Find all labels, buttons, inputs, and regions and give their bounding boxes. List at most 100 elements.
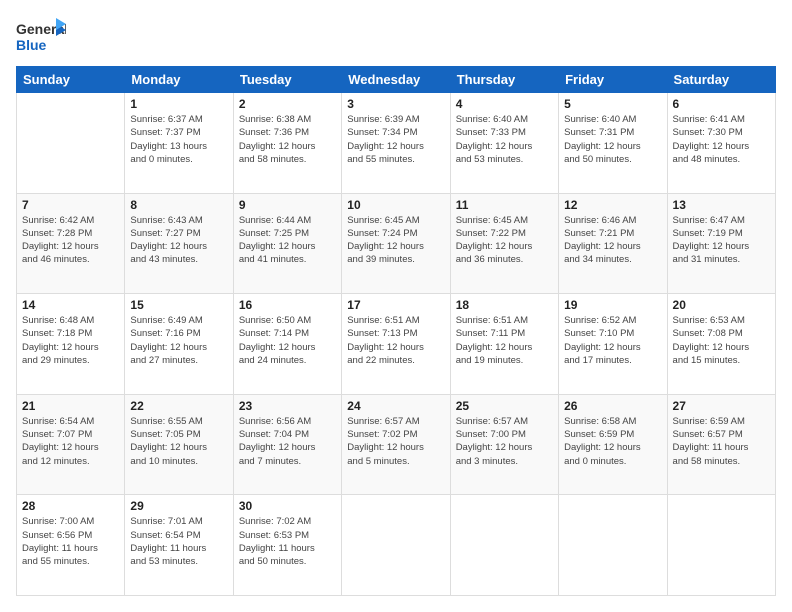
day-number: 7 [22, 198, 119, 212]
day-header-thursday: Thursday [450, 67, 558, 93]
svg-text:Blue: Blue [16, 37, 47, 53]
day-header-friday: Friday [559, 67, 667, 93]
day-number: 5 [564, 97, 661, 111]
day-info: Sunrise: 7:02 AM Sunset: 6:53 PM Dayligh… [239, 515, 336, 568]
day-info: Sunrise: 6:47 AM Sunset: 7:19 PM Dayligh… [673, 214, 770, 267]
day-header-monday: Monday [125, 67, 233, 93]
calendar-cell: 14 Sunrise: 6:48 AM Sunset: 7:18 PM Dayli… [17, 294, 125, 395]
day-info: Sunrise: 6:54 AM Sunset: 7:07 PM Dayligh… [22, 415, 119, 468]
day-number: 2 [239, 97, 336, 111]
header-row: SundayMondayTuesdayWednesdayThursdayFrid… [17, 67, 776, 93]
calendar-cell: 26 Sunrise: 6:58 AM Sunset: 6:59 PM Dayli… [559, 394, 667, 495]
day-info: Sunrise: 6:51 AM Sunset: 7:11 PM Dayligh… [456, 314, 553, 367]
calendar-cell: 21 Sunrise: 6:54 AM Sunset: 7:07 PM Dayli… [17, 394, 125, 495]
calendar-cell: 24Sunrise: 6:57 AM Sunset: 7:02 PM Dayli… [342, 394, 450, 495]
calendar-cell: 2 Sunrise: 6:38 AM Sunset: 7:36 PM Daylig… [233, 93, 341, 194]
day-number: 4 [456, 97, 553, 111]
week-row-2: 14 Sunrise: 6:48 AM Sunset: 7:18 PM Dayli… [17, 294, 776, 395]
day-info: Sunrise: 6:57 AM Sunset: 7:00 PM Dayligh… [456, 415, 553, 468]
day-info: Sunrise: 6:55 AM Sunset: 7:05 PM Dayligh… [130, 415, 227, 468]
calendar-cell: 9 Sunrise: 6:44 AM Sunset: 7:25 PM Daylig… [233, 193, 341, 294]
week-row-3: 21 Sunrise: 6:54 AM Sunset: 7:07 PM Dayli… [17, 394, 776, 495]
logo-icon: GeneralBlue [16, 16, 66, 56]
calendar-cell: 25 Sunrise: 6:57 AM Sunset: 7:00 PM Dayli… [450, 394, 558, 495]
calendar-cell: 8 Sunrise: 6:43 AM Sunset: 7:27 PM Daylig… [125, 193, 233, 294]
header: GeneralBlue [16, 16, 776, 56]
day-info: Sunrise: 6:45 AM Sunset: 7:24 PM Dayligh… [347, 214, 444, 267]
day-info: Sunrise: 6:59 AM Sunset: 6:57 PM Dayligh… [673, 415, 770, 468]
day-number: 22 [130, 399, 227, 413]
day-header-saturday: Saturday [667, 67, 775, 93]
calendar-cell: 7 Sunrise: 6:42 AM Sunset: 7:28 PM Daylig… [17, 193, 125, 294]
calendar-cell: 27Sunrise: 6:59 AM Sunset: 6:57 PM Dayli… [667, 394, 775, 495]
week-row-1: 7 Sunrise: 6:42 AM Sunset: 7:28 PM Daylig… [17, 193, 776, 294]
day-info: Sunrise: 6:40 AM Sunset: 7:31 PM Dayligh… [564, 113, 661, 166]
day-info: Sunrise: 6:44 AM Sunset: 7:25 PM Dayligh… [239, 214, 336, 267]
day-number: 26 [564, 399, 661, 413]
day-number: 21 [22, 399, 119, 413]
day-info: Sunrise: 7:00 AM Sunset: 6:56 PM Dayligh… [22, 515, 119, 568]
calendar-cell: 28 Sunrise: 7:00 AM Sunset: 6:56 PM Dayli… [17, 495, 125, 596]
day-number: 30 [239, 499, 336, 513]
day-header-tuesday: Tuesday [233, 67, 341, 93]
day-number: 15 [130, 298, 227, 312]
day-number: 13 [673, 198, 770, 212]
day-number: 1 [130, 97, 227, 111]
calendar-cell [559, 495, 667, 596]
day-number: 25 [456, 399, 553, 413]
calendar-table: SundayMondayTuesdayWednesdayThursdayFrid… [16, 66, 776, 596]
calendar-cell: 18 Sunrise: 6:51 AM Sunset: 7:11 PM Dayli… [450, 294, 558, 395]
day-number: 17 [347, 298, 444, 312]
calendar-cell: 1Sunrise: 6:37 AM Sunset: 7:37 PM Daylig… [125, 93, 233, 194]
calendar-cell: 3 Sunrise: 6:39 AM Sunset: 7:34 PM Daylig… [342, 93, 450, 194]
day-info: Sunrise: 6:51 AM Sunset: 7:13 PM Dayligh… [347, 314, 444, 367]
day-info: Sunrise: 6:43 AM Sunset: 7:27 PM Dayligh… [130, 214, 227, 267]
week-row-0: 1Sunrise: 6:37 AM Sunset: 7:37 PM Daylig… [17, 93, 776, 194]
day-number: 23 [239, 399, 336, 413]
day-number: 3 [347, 97, 444, 111]
day-info: Sunrise: 6:48 AM Sunset: 7:18 PM Dayligh… [22, 314, 119, 367]
calendar-cell: 15Sunrise: 6:49 AM Sunset: 7:16 PM Dayli… [125, 294, 233, 395]
calendar-cell [450, 495, 558, 596]
day-info: Sunrise: 6:52 AM Sunset: 7:10 PM Dayligh… [564, 314, 661, 367]
calendar-cell: 6 Sunrise: 6:41 AM Sunset: 7:30 PM Daylig… [667, 93, 775, 194]
day-info: Sunrise: 6:58 AM Sunset: 6:59 PM Dayligh… [564, 415, 661, 468]
calendar-cell: 16 Sunrise: 6:50 AM Sunset: 7:14 PM Dayli… [233, 294, 341, 395]
day-number: 12 [564, 198, 661, 212]
day-number: 16 [239, 298, 336, 312]
day-number: 6 [673, 97, 770, 111]
day-info: Sunrise: 6:40 AM Sunset: 7:33 PM Dayligh… [456, 113, 553, 166]
day-info: Sunrise: 6:46 AM Sunset: 7:21 PM Dayligh… [564, 214, 661, 267]
day-header-wednesday: Wednesday [342, 67, 450, 93]
day-info: Sunrise: 6:53 AM Sunset: 7:08 PM Dayligh… [673, 314, 770, 367]
day-number: 24 [347, 399, 444, 413]
day-info: Sunrise: 6:41 AM Sunset: 7:30 PM Dayligh… [673, 113, 770, 166]
calendar-cell: 20Sunrise: 6:53 AM Sunset: 7:08 PM Dayli… [667, 294, 775, 395]
week-row-4: 28 Sunrise: 7:00 AM Sunset: 6:56 PM Dayli… [17, 495, 776, 596]
day-info: Sunrise: 6:39 AM Sunset: 7:34 PM Dayligh… [347, 113, 444, 166]
calendar-cell: 23Sunrise: 6:56 AM Sunset: 7:04 PM Dayli… [233, 394, 341, 495]
day-number: 28 [22, 499, 119, 513]
day-info: Sunrise: 6:50 AM Sunset: 7:14 PM Dayligh… [239, 314, 336, 367]
calendar-cell: 5 Sunrise: 6:40 AM Sunset: 7:31 PM Daylig… [559, 93, 667, 194]
calendar-cell: 11Sunrise: 6:45 AM Sunset: 7:22 PM Dayli… [450, 193, 558, 294]
day-number: 8 [130, 198, 227, 212]
day-number: 18 [456, 298, 553, 312]
calendar-cell: 17 Sunrise: 6:51 AM Sunset: 7:13 PM Dayli… [342, 294, 450, 395]
calendar-cell [342, 495, 450, 596]
calendar-cell [17, 93, 125, 194]
day-number: 19 [564, 298, 661, 312]
calendar-cell: 10Sunrise: 6:45 AM Sunset: 7:24 PM Dayli… [342, 193, 450, 294]
day-info: Sunrise: 6:38 AM Sunset: 7:36 PM Dayligh… [239, 113, 336, 166]
calendar-cell: 13 Sunrise: 6:47 AM Sunset: 7:19 PM Dayli… [667, 193, 775, 294]
day-number: 11 [456, 198, 553, 212]
day-info: Sunrise: 7:01 AM Sunset: 6:54 PM Dayligh… [130, 515, 227, 568]
day-info: Sunrise: 6:42 AM Sunset: 7:28 PM Dayligh… [22, 214, 119, 267]
day-number: 29 [130, 499, 227, 513]
page: GeneralBlue SundayMondayTuesdayWednesday… [0, 0, 792, 612]
calendar-cell: 4 Sunrise: 6:40 AM Sunset: 7:33 PM Daylig… [450, 93, 558, 194]
calendar-cell: 29 Sunrise: 7:01 AM Sunset: 6:54 PM Dayli… [125, 495, 233, 596]
day-number: 9 [239, 198, 336, 212]
calendar-cell: 12 Sunrise: 6:46 AM Sunset: 7:21 PM Dayli… [559, 193, 667, 294]
day-number: 14 [22, 298, 119, 312]
